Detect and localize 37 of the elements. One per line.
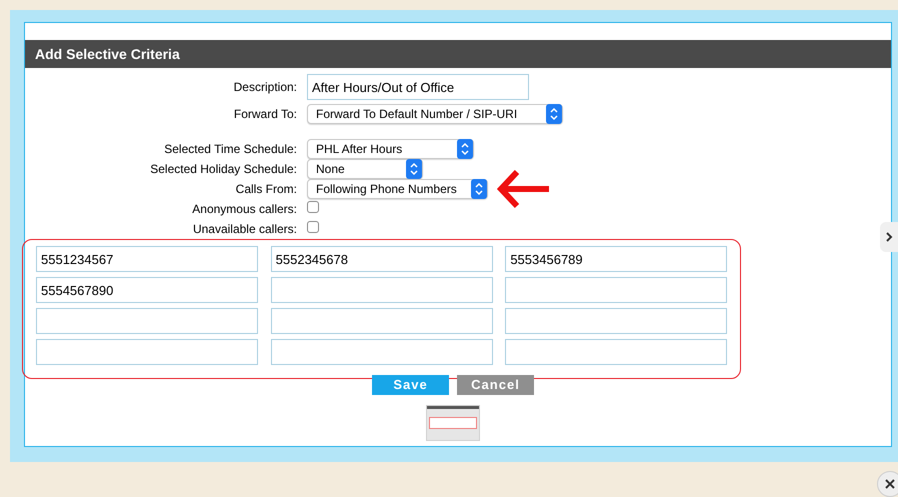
field-label: Unavailable callers: [192, 221, 297, 238]
screenshot-thumbnail[interactable] [426, 405, 480, 441]
checkbox[interactable] [307, 221, 319, 233]
field-label: Forward To: [234, 106, 297, 123]
field-label: Calls From: [236, 181, 297, 198]
side-tab[interactable] [880, 222, 898, 252]
phone-number-field[interactable] [270, 339, 493, 365]
dropdown[interactable]: Following Phone Numbers [307, 179, 488, 199]
field-label: Description: [234, 79, 297, 96]
dropdown[interactable]: PHL After Hours [307, 139, 474, 159]
dialog-title: Add Selective Criteria [25, 40, 891, 68]
phone-number-field[interactable] [36, 308, 258, 334]
checkbox[interactable] [307, 201, 319, 213]
dropdown-arrows-icon [457, 139, 473, 159]
phone-number-field[interactable] [505, 308, 728, 334]
dropdown[interactable]: None [307, 159, 423, 179]
chevron-right-icon [885, 231, 893, 243]
phone-number-field[interactable] [36, 339, 258, 365]
dropdown-arrows-icon [406, 159, 422, 179]
field-label: Selected Time Schedule: [164, 141, 297, 158]
close-button[interactable] [877, 471, 898, 497]
dropdown[interactable]: Forward To Default Number / SIP-URI [307, 104, 563, 124]
phone-number-field[interactable] [505, 339, 728, 365]
pointer-arrow-icon [497, 170, 551, 210]
phone-number-field[interactable] [270, 308, 493, 334]
description-field[interactable]: After Hours/Out of Office [307, 74, 529, 100]
dropdown-arrows-icon [471, 179, 487, 199]
phone-number-field[interactable]: 5554567890 [36, 277, 258, 303]
phone-number-field[interactable]: 5552345678 [270, 246, 493, 272]
dropdown-arrows-icon [546, 104, 562, 124]
field-label: Anonymous callers: [192, 201, 297, 218]
phone-number-field[interactable]: 5551234567 [36, 246, 258, 272]
field-label: Selected Holiday Schedule: [150, 161, 297, 178]
phone-number-field[interactable] [505, 277, 728, 303]
phone-number-field[interactable]: 5553456789 [505, 246, 728, 272]
phone-number-field[interactable] [270, 277, 493, 303]
close-icon [885, 479, 895, 489]
